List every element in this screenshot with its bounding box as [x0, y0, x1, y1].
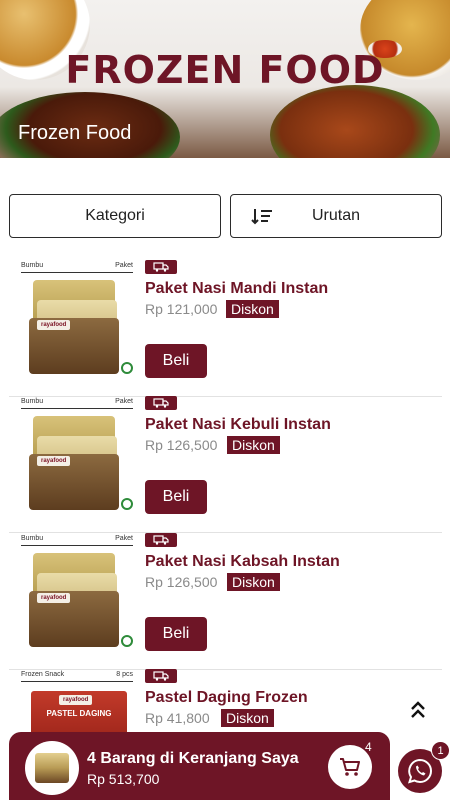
beli-button[interactable]: Beli	[145, 480, 207, 514]
divider	[21, 272, 133, 273]
thumb-label: Paket	[115, 262, 133, 269]
sort-icon	[251, 209, 272, 225]
banner-food-image	[270, 85, 440, 158]
cart-icon	[340, 758, 360, 776]
product-image[interactable]: Bumbu Paket rayafood	[19, 533, 135, 655]
brand-logo: rayafood	[37, 320, 71, 330]
halal-icon	[121, 635, 133, 647]
product-price: Rp 121,000	[145, 301, 218, 317]
discount-badge: Diskon	[221, 709, 274, 727]
kategori-label: Kategori	[85, 207, 145, 224]
truck-icon	[153, 671, 169, 681]
delivery-badge	[145, 260, 177, 274]
product-name[interactable]: Paket Nasi Mandi Instan	[145, 280, 328, 298]
brand-logo: rayafood	[37, 593, 71, 603]
thumb-label: Bumbu	[21, 262, 44, 269]
thumb-label: 8 pcs	[116, 671, 133, 678]
brand-logo: rayafood	[37, 456, 71, 466]
product-price: Rp 126,500	[145, 437, 218, 453]
product-card[interactable]: Bumbu Paket rayafood Paket Nasi Kebuli I…	[9, 396, 442, 533]
thumb-label: Bumbu	[21, 535, 44, 542]
truck-icon	[153, 535, 169, 545]
divider	[21, 681, 133, 682]
cart-title: 4 Barang di Keranjang Saya	[87, 750, 299, 767]
product-card[interactable]: Bumbu Paket rayafood Paket Nasi Kabsah I…	[9, 533, 442, 670]
thumb-label: Paket	[115, 535, 133, 542]
divider	[21, 408, 133, 409]
category-banner: FROZEN FOOD Frozen Food	[0, 0, 450, 158]
brand-logo: rayafood	[59, 695, 93, 705]
product-name[interactable]: Paket Nasi Kabsah Instan	[145, 553, 340, 571]
cart-count-badge: 4	[365, 740, 372, 754]
discount-badge: Diskon	[226, 300, 279, 318]
double-chevron-up-icon[interactable]	[406, 700, 430, 720]
whatsapp-icon	[408, 758, 432, 784]
cart-summary-bar[interactable]: 4 Barang di Keranjang Saya Rp 513,700 4	[9, 732, 390, 800]
product-price: Rp 41,800	[145, 710, 210, 726]
delivery-badge	[145, 396, 177, 410]
delivery-badge	[145, 669, 177, 683]
product-image[interactable]: Bumbu Paket rayafood	[19, 260, 135, 382]
urutan-label: Urutan	[311, 207, 361, 224]
truck-icon	[153, 262, 169, 272]
banner-title: FROZEN FOOD	[65, 48, 385, 92]
product-card[interactable]: Bumbu Paket rayafood Paket Nasi Mandi In…	[9, 260, 442, 397]
beli-button[interactable]: Beli	[145, 344, 207, 378]
cart-product-thumbnail	[25, 741, 79, 795]
thumb-label: Bumbu	[21, 398, 44, 405]
category-title: Frozen Food	[18, 122, 132, 144]
divider	[21, 545, 133, 546]
delivery-badge	[145, 533, 177, 547]
product-name[interactable]: Pastel Daging Frozen	[145, 689, 308, 707]
urutan-button[interactable]: Urutan	[230, 194, 442, 238]
discount-badge: Diskon	[227, 436, 280, 454]
truck-icon	[153, 398, 169, 408]
thumb-label: Paket	[115, 398, 133, 405]
halal-icon	[121, 362, 133, 374]
product-image[interactable]: Bumbu Paket rayafood	[19, 396, 135, 518]
product-name[interactable]: Paket Nasi Kebuli Instan	[145, 416, 331, 434]
beli-button[interactable]: Beli	[145, 617, 207, 651]
package-image	[35, 753, 69, 783]
halal-icon	[121, 498, 133, 510]
product-list-page: FROZEN FOOD Frozen Food Kategori Urutan …	[0, 0, 450, 800]
kategori-button[interactable]: Kategori	[9, 194, 221, 238]
thumb-label: Frozen Snack	[21, 671, 65, 678]
notification-badge: 1	[431, 741, 450, 760]
discount-badge: Diskon	[227, 573, 280, 591]
product-price: Rp 126,500	[145, 574, 218, 590]
cart-total: Rp 513,700	[87, 771, 160, 787]
package-text: PASTEL DAGING	[46, 709, 112, 718]
